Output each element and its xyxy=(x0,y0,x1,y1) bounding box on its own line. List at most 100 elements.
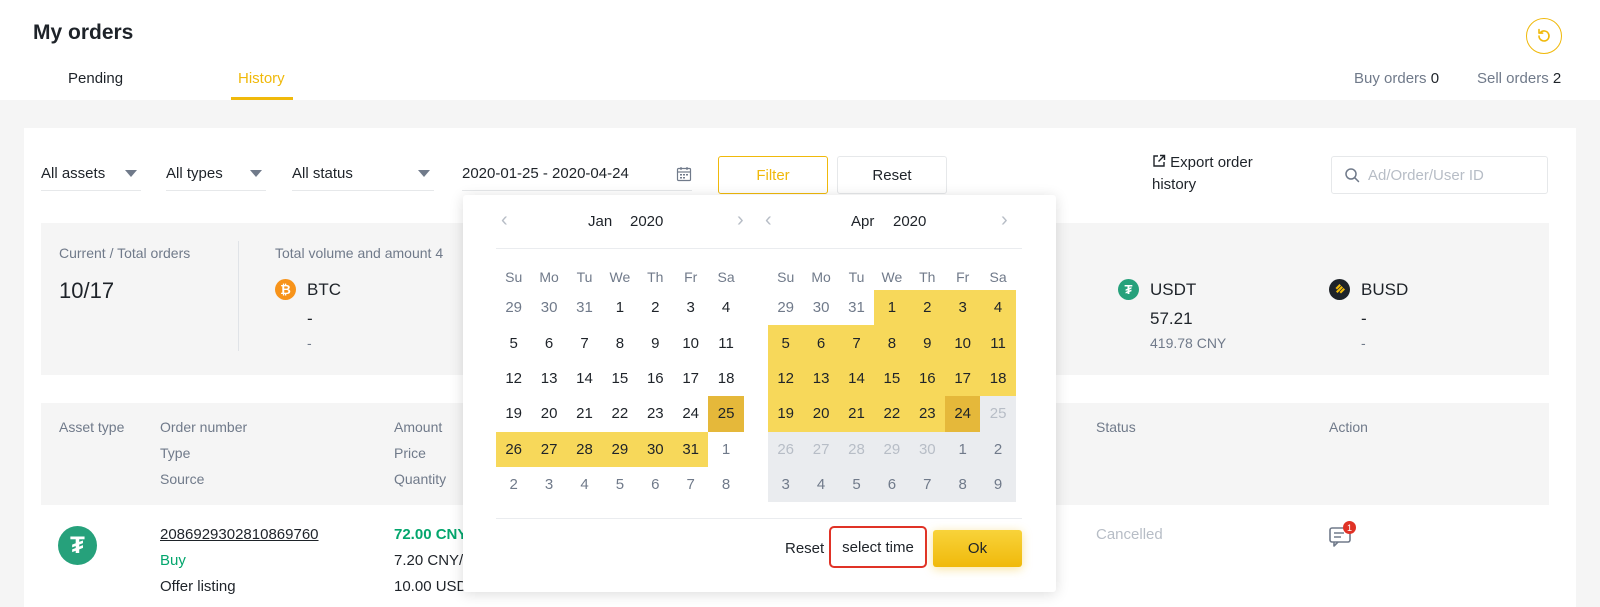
calendar-day[interactable]: 22 xyxy=(602,396,637,431)
calendar-day[interactable]: 2 xyxy=(638,290,673,325)
prev-month-right-button[interactable]: ‹ xyxy=(765,209,772,232)
calendar-day[interactable]: 22 xyxy=(874,396,910,432)
calendar-day[interactable]: 16 xyxy=(638,361,673,396)
calendar-day[interactable]: 9 xyxy=(638,325,673,360)
calendar-day[interactable]: 14 xyxy=(567,361,602,396)
date-range-input[interactable]: 2020-01-25 - 2020-04-24 xyxy=(462,157,692,191)
calendar-day[interactable]: 1 xyxy=(708,432,743,467)
calendar-day[interactable]: 4 xyxy=(567,467,602,502)
calendar-day[interactable]: 1 xyxy=(602,290,637,325)
calendar-day[interactable]: 24 xyxy=(673,396,708,431)
asset-select[interactable]: All assets xyxy=(41,157,141,191)
calendar-day[interactable]: 29 xyxy=(768,290,803,325)
calendar-day[interactable]: 6 xyxy=(638,467,673,502)
active-tab-indicator xyxy=(231,97,293,100)
calendar-day[interactable]: 17 xyxy=(673,361,708,396)
calendar-day[interactable]: 23 xyxy=(909,396,945,432)
calendar-day[interactable]: 14 xyxy=(838,360,875,397)
search-box[interactable] xyxy=(1331,156,1548,194)
tab-pending[interactable]: Pending xyxy=(68,70,123,87)
calendar-day[interactable]: 6 xyxy=(803,325,839,361)
calendar-day[interactable]: 7 xyxy=(673,467,708,502)
order-number-link[interactable]: 2086929302810869760 xyxy=(160,526,319,543)
select-time-button[interactable]: select time xyxy=(829,526,927,568)
calendar-day[interactable]: 21 xyxy=(838,396,875,432)
calendar-day[interactable]: 31 xyxy=(839,290,874,325)
calendar-day[interactable]: 13 xyxy=(803,360,839,397)
calendar-day[interactable]: 16 xyxy=(909,360,945,397)
calendar-day[interactable]: 4 xyxy=(708,290,743,325)
calendar-day[interactable]: 2 xyxy=(909,290,945,326)
calendar-day[interactable]: 28 xyxy=(566,431,603,467)
asset-value-usdt: 57.21 xyxy=(1150,309,1193,328)
calendar-day[interactable]: 10 xyxy=(945,325,981,361)
chat-button[interactable]: 1 xyxy=(1329,521,1356,553)
left-month-label[interactable]: Jan xyxy=(588,213,612,230)
col-asset-type: Asset type xyxy=(59,419,125,435)
calendar-day[interactable]: 3 xyxy=(673,290,708,325)
calendar-day[interactable]: 15 xyxy=(874,360,910,397)
calendar-day[interactable]: 30 xyxy=(803,290,838,325)
prev-month-button[interactable]: ‹ xyxy=(501,209,508,232)
asset-cny-btc: - xyxy=(307,335,312,351)
filter-button[interactable]: Filter xyxy=(718,156,828,194)
reset-filter-button[interactable]: Reset xyxy=(837,156,947,194)
calendar-day[interactable]: 20 xyxy=(803,396,839,432)
calendar-day[interactable]: 15 xyxy=(602,361,637,396)
calendar-day[interactable]: 4 xyxy=(980,290,1016,326)
calendar-day[interactable]: 8 xyxy=(874,325,910,361)
ok-button[interactable]: Ok xyxy=(933,530,1022,567)
calendar-day[interactable]: 12 xyxy=(496,361,531,396)
calendar-day[interactable]: 11 xyxy=(980,325,1016,361)
calendar-day[interactable]: 18 xyxy=(708,361,743,396)
refresh-button[interactable] xyxy=(1526,18,1562,54)
calendar-day[interactable]: 30 xyxy=(531,290,566,325)
calendar-day[interactable]: 17 xyxy=(945,360,981,397)
calendar-day[interactable]: 31 xyxy=(567,290,602,325)
calendar-day[interactable]: 11 xyxy=(708,325,743,360)
calendar-day[interactable]: 19 xyxy=(768,396,804,432)
calendar-day[interactable]: 19 xyxy=(496,396,531,431)
buy-orders-count[interactable]: Buy orders 0 xyxy=(1354,70,1439,87)
search-input[interactable] xyxy=(1368,166,1528,184)
calendar-day[interactable]: 3 xyxy=(945,290,981,326)
next-month-button[interactable]: › xyxy=(1001,209,1008,232)
next-month-left-button[interactable]: › xyxy=(737,209,744,232)
calendar-day[interactable]: 5 xyxy=(768,325,804,361)
calendar-day[interactable]: 3 xyxy=(531,467,566,502)
calendar-day[interactable]: 29 xyxy=(496,290,531,325)
calendar-day[interactable]: 5 xyxy=(496,325,531,360)
tab-history[interactable]: History xyxy=(238,70,285,87)
calendar-day[interactable]: 24 xyxy=(945,396,981,432)
type-select[interactable]: All types xyxy=(166,157,266,191)
calendar-day[interactable]: 20 xyxy=(531,396,566,431)
calendar-day[interactable]: 27 xyxy=(531,431,567,467)
calendar-day[interactable]: 6 xyxy=(531,325,566,360)
right-year-label[interactable]: 2020 xyxy=(893,213,926,230)
right-month-label[interactable]: Apr xyxy=(851,213,874,230)
calendar-day[interactable]: 12 xyxy=(768,360,804,397)
status-select[interactable]: All status xyxy=(292,157,434,191)
calendar-day[interactable]: 2 xyxy=(496,467,531,502)
calendar-day[interactable]: 21 xyxy=(567,396,602,431)
left-year-label[interactable]: 2020 xyxy=(630,213,663,230)
calendar-day[interactable]: 18 xyxy=(980,360,1016,397)
calendar-day[interactable]: 7 xyxy=(567,325,602,360)
calendar-day[interactable]: 9 xyxy=(909,325,945,361)
calendar-reset-button[interactable]: Reset xyxy=(785,540,824,557)
calendar-day[interactable]: 25 xyxy=(708,396,744,432)
calendar-day[interactable]: 8 xyxy=(602,325,637,360)
calendar-day[interactable]: 7 xyxy=(838,325,875,361)
calendar-day[interactable]: 5 xyxy=(602,467,637,502)
sell-orders-count[interactable]: Sell orders 2 xyxy=(1477,70,1561,87)
export-order-history-link[interactable]: Export order history xyxy=(1152,152,1302,196)
calendar-day[interactable]: 31 xyxy=(673,431,709,467)
calendar-day[interactable]: 1 xyxy=(874,290,910,326)
calendar-day[interactable]: 30 xyxy=(637,431,673,467)
calendar-day[interactable]: 8 xyxy=(708,467,743,502)
calendar-day[interactable]: 10 xyxy=(673,325,708,360)
calendar-day[interactable]: 23 xyxy=(638,396,673,431)
calendar-day[interactable]: 26 xyxy=(496,431,532,467)
calendar-day[interactable]: 29 xyxy=(602,431,638,467)
calendar-day[interactable]: 13 xyxy=(531,361,566,396)
